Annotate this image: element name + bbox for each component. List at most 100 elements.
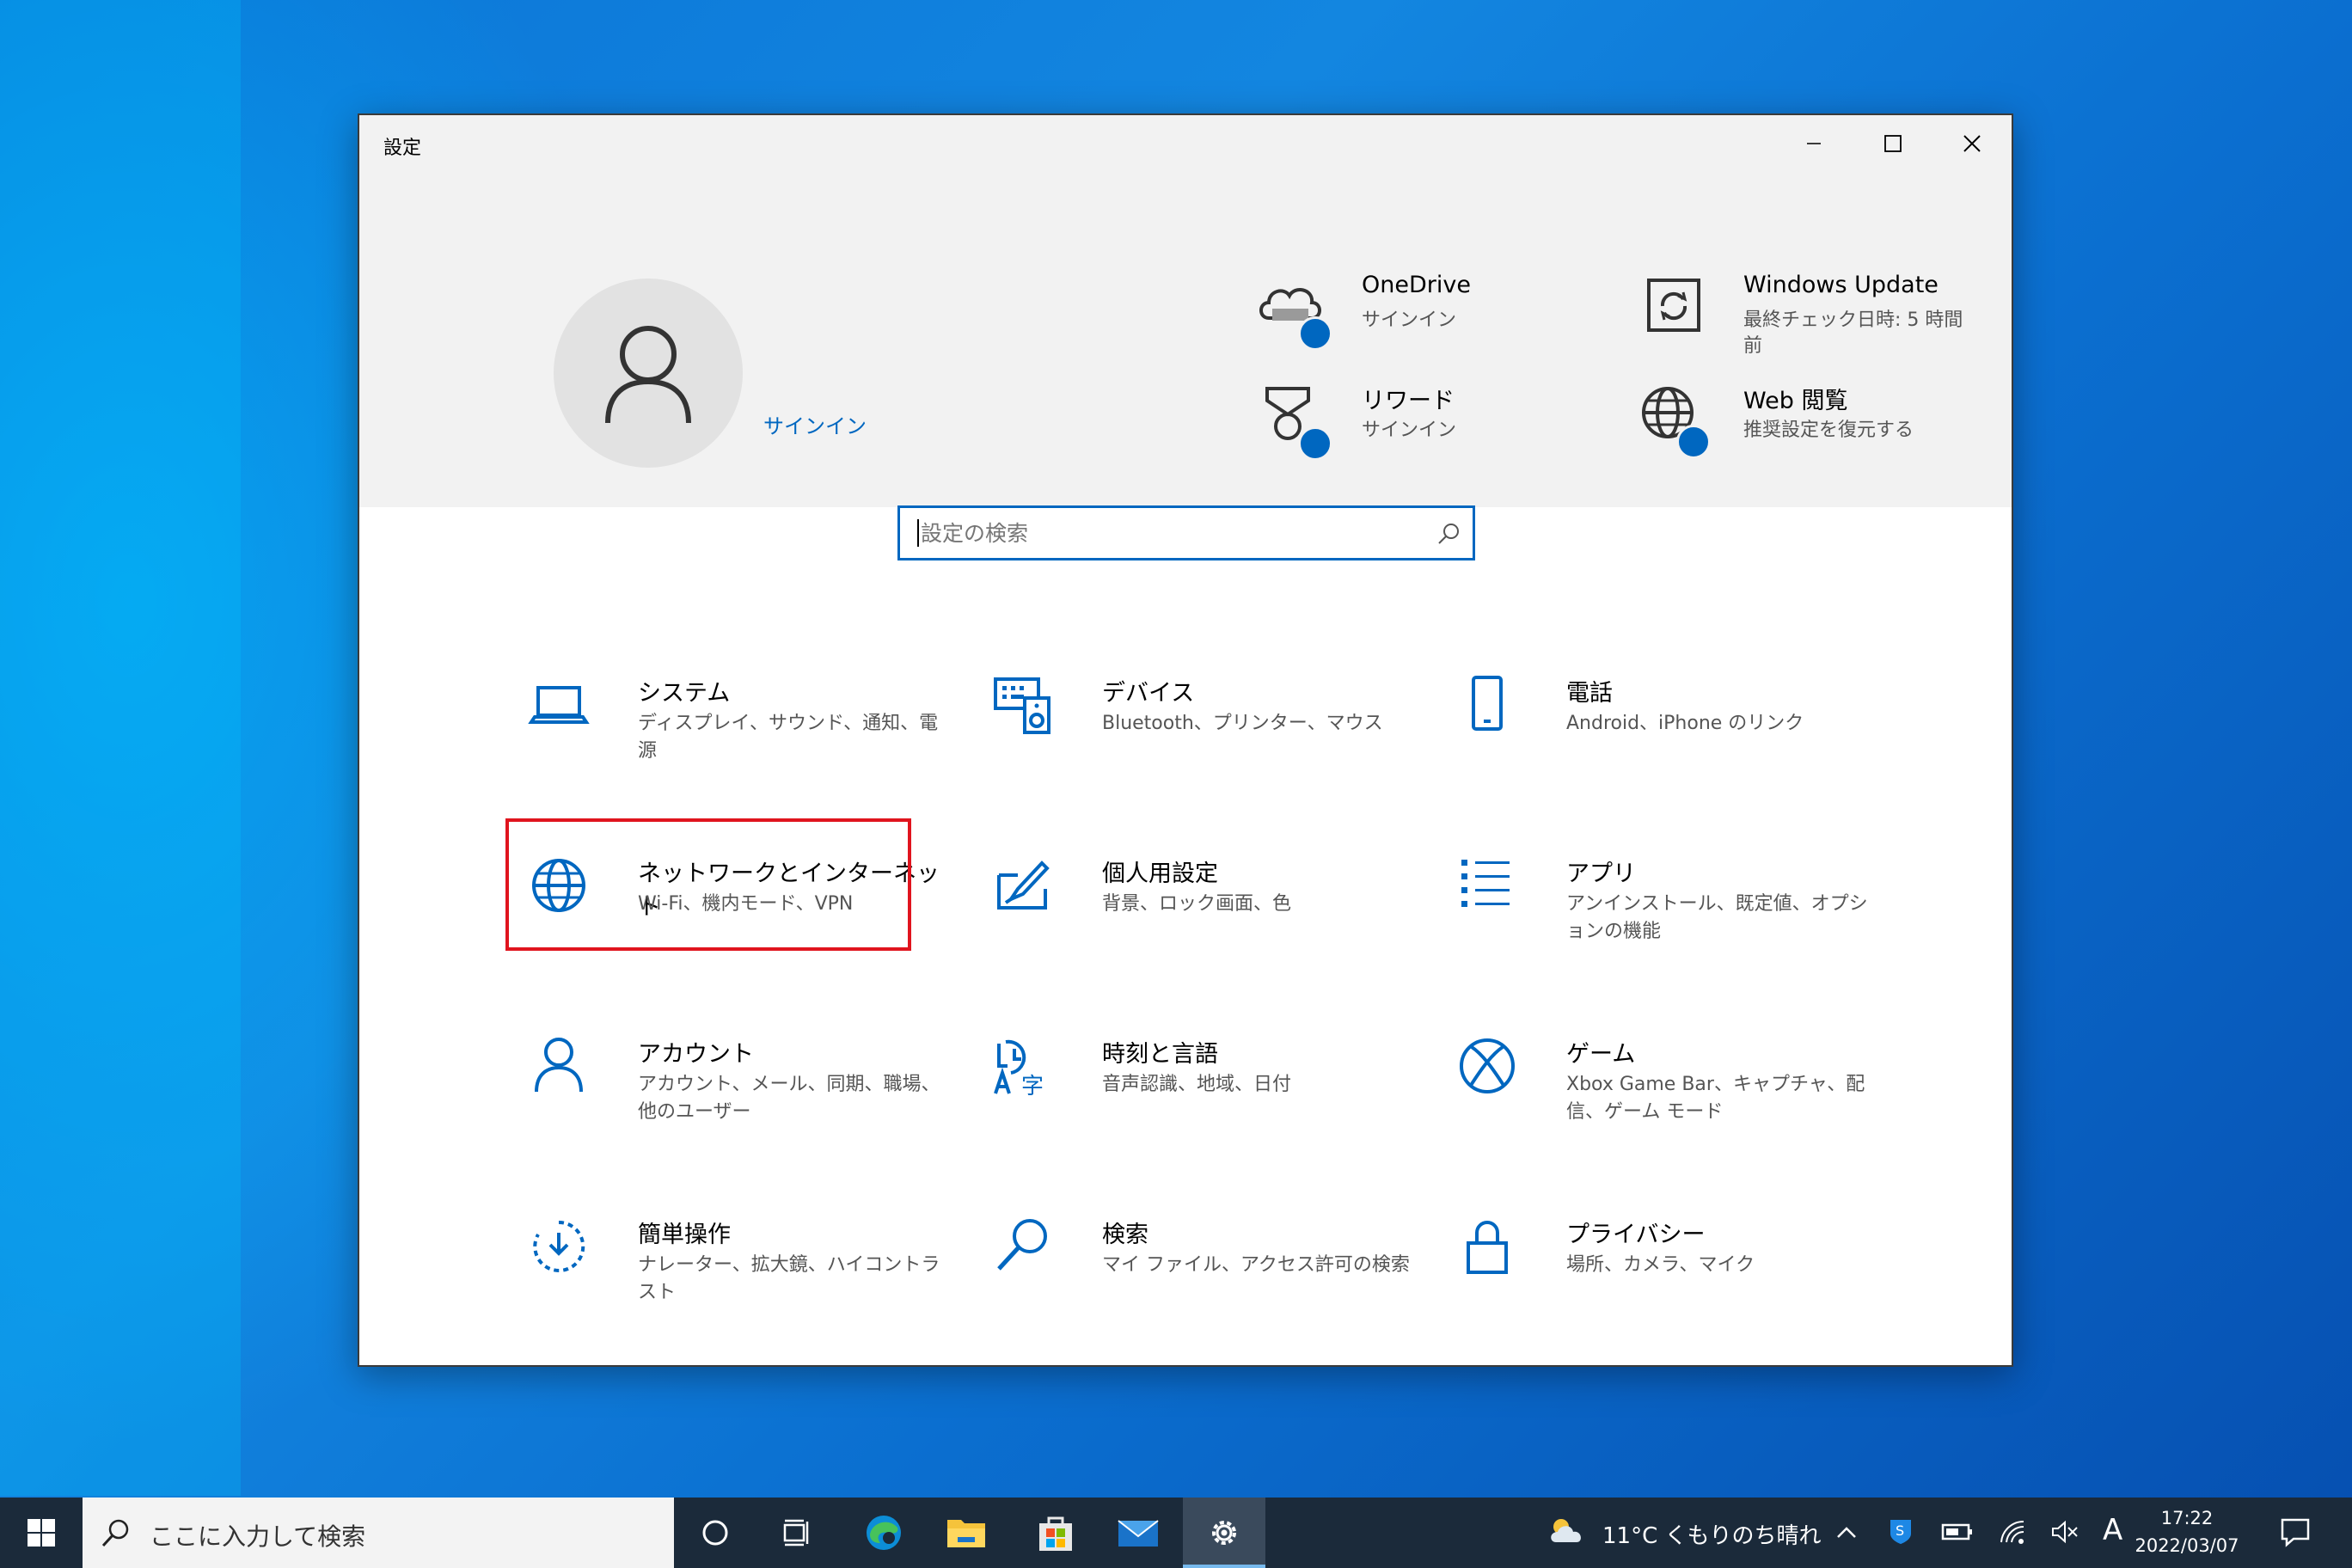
category-subtitle: 音声認識、地域、日付 bbox=[1102, 1074, 1292, 1095]
maximize-icon bbox=[1884, 135, 1902, 152]
header-item-web-browsing[interactable]: Web 閲覧 推奨設定を復元する bbox=[1635, 378, 1996, 473]
security-shield-icon[interactable]: S bbox=[1888, 1516, 1914, 1546]
clock[interactable]: 17:22 2022/03/07 bbox=[2127, 1504, 2247, 1559]
category-subtitle: アンインストール、既定値、オプションの機能 bbox=[1566, 893, 1868, 942]
category-search[interactable]: 検索 マイ ファイル、アクセス許可の検索 bbox=[992, 1216, 1410, 1327]
close-icon bbox=[1963, 135, 1981, 152]
taskbar-search-placeholder: ここに入力して検索 bbox=[150, 1522, 366, 1551]
account-header: サインイン OneDrive サインイン Windows Update 最終チェ… bbox=[359, 172, 2012, 507]
category-subtitle: 背景、ロック画面、色 bbox=[1102, 893, 1292, 915]
header-item-subtitle: サインイン bbox=[1362, 420, 1457, 441]
avatar[interactable] bbox=[554, 279, 743, 468]
title-bar[interactable]: 設定 bbox=[359, 115, 2012, 172]
category-title: 個人用設定 bbox=[1102, 861, 1218, 887]
mail-icon bbox=[1118, 1520, 1159, 1547]
header-item-windows-update[interactable]: Windows Update 最終チェック日時: 5 時間前 bbox=[1635, 268, 1996, 363]
taskbar: ここに入力して検索 11°C くもりのち晴れ S A 17:22 2022/03… bbox=[0, 1498, 2352, 1568]
start-button[interactable] bbox=[0, 1498, 83, 1568]
category-title: アプリ bbox=[1566, 861, 1636, 887]
task-view-button[interactable] bbox=[756, 1498, 839, 1568]
time-language-icon: 字 bbox=[994, 1039, 1044, 1097]
taskbar-settings[interactable] bbox=[1183, 1498, 1265, 1568]
search-icon bbox=[101, 1519, 129, 1547]
apps-icon bbox=[1461, 860, 1510, 907]
user-icon bbox=[605, 326, 691, 424]
header-item-title: OneDrive bbox=[1362, 272, 1471, 298]
header-item-title: Windows Update bbox=[1743, 272, 1939, 298]
category-time-language[interactable]: 字 時刻と言語 音声認識、地域、日付 bbox=[992, 1035, 1405, 1147]
category-subtitle: Bluetooth、プリンター、マウス bbox=[1102, 713, 1383, 734]
category-title: システム bbox=[638, 680, 731, 707]
clock-time: 17:22 bbox=[2160, 1508, 2214, 1528]
cortana-icon bbox=[702, 1520, 728, 1546]
signin-link[interactable]: サインイン bbox=[763, 409, 867, 439]
window-title: 設定 bbox=[383, 138, 422, 159]
taskbar-mail[interactable] bbox=[1097, 1498, 1179, 1568]
category-ease-of-access[interactable]: 簡単操作 ナレーター、拡大鏡、ハイコントラスト bbox=[528, 1216, 940, 1327]
category-system[interactable]: システム ディスプレイ、サウンド、通知、電源 bbox=[528, 674, 940, 786]
weather-text[interactable]: 11°C くもりのち晴れ bbox=[1602, 1518, 1822, 1550]
header-item-subtitle: 最終チェック日時: 5 時間前 bbox=[1743, 309, 1963, 357]
search-icon bbox=[997, 1219, 1047, 1271]
category-title: 電話 bbox=[1566, 680, 1613, 707]
header-item-title: Web 閲覧 bbox=[1743, 388, 1848, 414]
lock-icon bbox=[1467, 1221, 1508, 1274]
category-title: アカウント bbox=[638, 1041, 754, 1068]
category-privacy[interactable]: プライバシー 場所、カメラ、マイク bbox=[1456, 1216, 1869, 1327]
category-subtitle: 場所、カメラ、マイク bbox=[1566, 1254, 1755, 1276]
folder-icon bbox=[947, 1520, 985, 1547]
settings-search-box[interactable] bbox=[897, 505, 1475, 560]
taskbar-search-box[interactable]: ここに入力して検索 bbox=[83, 1498, 674, 1568]
wifi-icon[interactable] bbox=[1998, 1518, 2027, 1546]
category-title: 簡単操作 bbox=[638, 1222, 731, 1248]
svg-text:S: S bbox=[1896, 1522, 1904, 1539]
category-subtitle: ナレーター、拡大鏡、ハイコントラスト bbox=[638, 1254, 940, 1303]
taskbar-edge[interactable] bbox=[842, 1498, 925, 1568]
status-dot bbox=[1676, 425, 1711, 459]
category-title: プライバシー bbox=[1566, 1222, 1706, 1248]
weather-cloud-icon[interactable] bbox=[1547, 1515, 1587, 1549]
notification-icon[interactable] bbox=[2280, 1516, 2311, 1547]
devices-icon bbox=[994, 677, 1050, 734]
highlight-box bbox=[505, 818, 911, 951]
settings-search-input[interactable] bbox=[921, 515, 1402, 551]
category-personalization[interactable]: 個人用設定 背景、ロック画面、色 bbox=[992, 854, 1405, 966]
minimize-button[interactable] bbox=[1774, 115, 1853, 172]
header-item-rewards[interactable]: リワード サインイン bbox=[1253, 378, 1614, 473]
category-subtitle: Xbox Game Bar、キャプチャ、配信、ゲーム モード bbox=[1566, 1074, 1865, 1123]
category-apps[interactable]: アプリ アンインストール、既定値、オプションの機能 bbox=[1456, 854, 1869, 966]
header-item-subtitle: サインイン bbox=[1362, 309, 1457, 331]
header-item-onedrive[interactable]: OneDrive サインイン bbox=[1253, 268, 1614, 363]
settings-window: 設定 サインイン OneDrive サインイン Windows Update 最… bbox=[358, 113, 2013, 1367]
close-button[interactable] bbox=[1932, 115, 2012, 172]
category-subtitle: マイ ファイル、アクセス許可の検索 bbox=[1102, 1254, 1410, 1276]
svg-text:字: 字 bbox=[1021, 1074, 1044, 1097]
taskbar-store[interactable] bbox=[1014, 1498, 1097, 1568]
search-icon[interactable] bbox=[1436, 522, 1461, 546]
category-accounts[interactable]: アカウント アカウント、メール、同期、職場、他のユーザー bbox=[528, 1035, 940, 1147]
update-icon bbox=[1647, 279, 1700, 332]
maximize-button[interactable] bbox=[1853, 115, 1932, 172]
battery-icon[interactable] bbox=[1941, 1522, 1974, 1542]
header-item-subtitle: 推奨設定を復元する bbox=[1743, 420, 1914, 441]
taskbar-file-explorer[interactable] bbox=[925, 1498, 1008, 1568]
category-title: 検索 bbox=[1102, 1222, 1148, 1248]
ease-of-access-icon bbox=[533, 1220, 585, 1272]
category-gaming[interactable]: ゲーム Xbox Game Bar、キャプチャ、配信、ゲーム モード bbox=[1456, 1035, 1869, 1147]
xbox-icon bbox=[1460, 1038, 1515, 1093]
category-phone[interactable]: 電話 Android、iPhone のリンク bbox=[1456, 674, 1869, 786]
store-icon bbox=[1039, 1516, 1072, 1551]
windows-logo-icon bbox=[28, 1519, 55, 1547]
clock-date: 2022/03/07 bbox=[2135, 1535, 2239, 1556]
category-subtitle: アカウント、メール、同期、職場、他のユーザー bbox=[638, 1074, 940, 1123]
status-dot bbox=[1298, 426, 1332, 461]
category-devices[interactable]: デバイス Bluetooth、プリンター、マウス bbox=[992, 674, 1405, 786]
ime-indicator[interactable]: A bbox=[2103, 1513, 2122, 1547]
volume-muted-icon[interactable] bbox=[2049, 1518, 2079, 1546]
chevron-up-icon[interactable] bbox=[1834, 1522, 1859, 1542]
category-subtitle: ディスプレイ、サウンド、通知、電源 bbox=[638, 713, 939, 762]
status-dot bbox=[1298, 316, 1332, 351]
personalization-icon bbox=[997, 861, 1050, 910]
header-item-title: リワード bbox=[1362, 388, 1455, 414]
cortana-button[interactable] bbox=[674, 1498, 756, 1568]
